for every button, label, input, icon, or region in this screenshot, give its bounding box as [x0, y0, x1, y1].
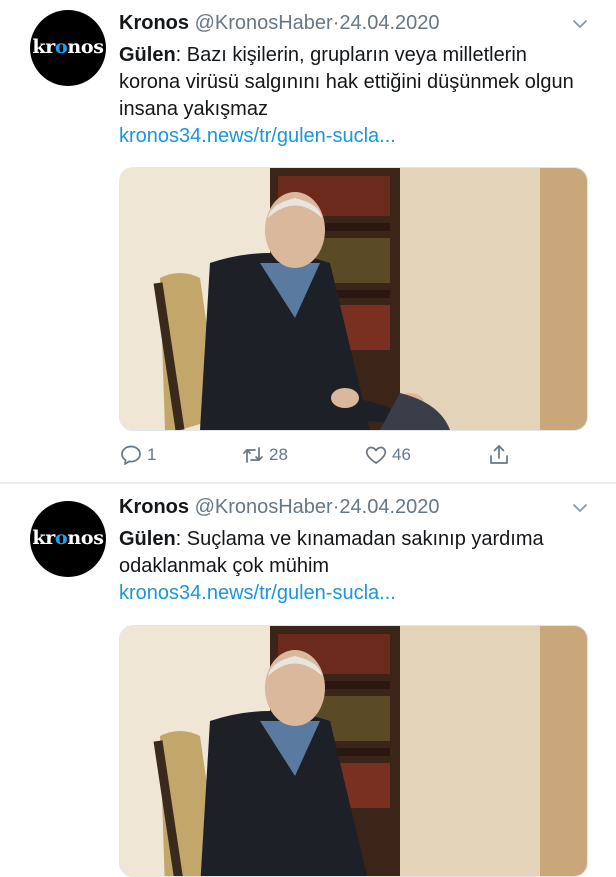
retweet-button[interactable]: 28: [241, 440, 288, 470]
tweet-text: Gülen: Suçlama ve kınamadan sakınıp yard…: [119, 526, 589, 607]
photo-image: [120, 168, 587, 430]
tweet-body: : Bazı kişilerin, grupların veya milletl…: [119, 44, 574, 120]
chevron-down-icon[interactable]: [570, 14, 590, 34]
kronos-logo: kronos: [32, 36, 104, 58]
reply-icon: [121, 445, 141, 465]
tweet-date[interactable]: 24.04.2020: [339, 12, 439, 34]
tweet-actions: 1 28 46: [119, 440, 519, 470]
retweet-icon: [243, 447, 263, 463]
tweet-text: Gülen: Bazı kişilerin, grupların veya mi…: [119, 42, 589, 150]
like-button[interactable]: 46: [364, 440, 411, 470]
avatar[interactable]: kronos: [30, 10, 106, 86]
chevron-down-icon[interactable]: [570, 498, 590, 518]
tweet-link[interactable]: kronos34.news/tr/gulen-sucla...: [119, 123, 589, 150]
tweet-header: Kronos @KronosHaber·24.04.2020: [119, 12, 440, 35]
user-handle[interactable]: @KronosHaber: [195, 496, 333, 518]
tweet-date[interactable]: 24.04.2020: [339, 496, 439, 518]
tweet-photo[interactable]: [119, 625, 588, 877]
retweet-count: 28: [269, 445, 288, 464]
like-count: 46: [392, 445, 411, 464]
tweet[interactable]: kronos Kronos @KronosHaber·24.04.2020 Gü…: [0, 0, 616, 482]
avatar[interactable]: kronos: [30, 501, 106, 577]
quoted-author: Gülen: [119, 44, 176, 66]
user-handle[interactable]: @KronosHaber: [195, 12, 333, 34]
photo-image: [120, 626, 587, 876]
reply-button[interactable]: 1: [119, 440, 156, 470]
tweet[interactable]: kronos Kronos @KronosHaber·24.04.2020 Gü…: [0, 484, 616, 877]
tweet-header: Kronos @KronosHaber·24.04.2020: [119, 496, 440, 519]
share-icon: [490, 445, 508, 464]
quoted-author: Gülen: [119, 528, 176, 550]
heart-icon: [365, 446, 387, 464]
display-name[interactable]: Kronos: [119, 496, 189, 518]
reply-count: 1: [147, 445, 157, 464]
share-button[interactable]: [487, 440, 511, 470]
tweet-photo[interactable]: [119, 167, 588, 431]
kronos-logo: kronos: [32, 527, 104, 549]
tweet-link[interactable]: kronos34.news/tr/gulen-sucla...: [119, 580, 589, 607]
display-name[interactable]: Kronos: [119, 12, 189, 34]
tweet-body: : Suçlama ve kınamadan sakınıp yardıma o…: [119, 528, 544, 577]
